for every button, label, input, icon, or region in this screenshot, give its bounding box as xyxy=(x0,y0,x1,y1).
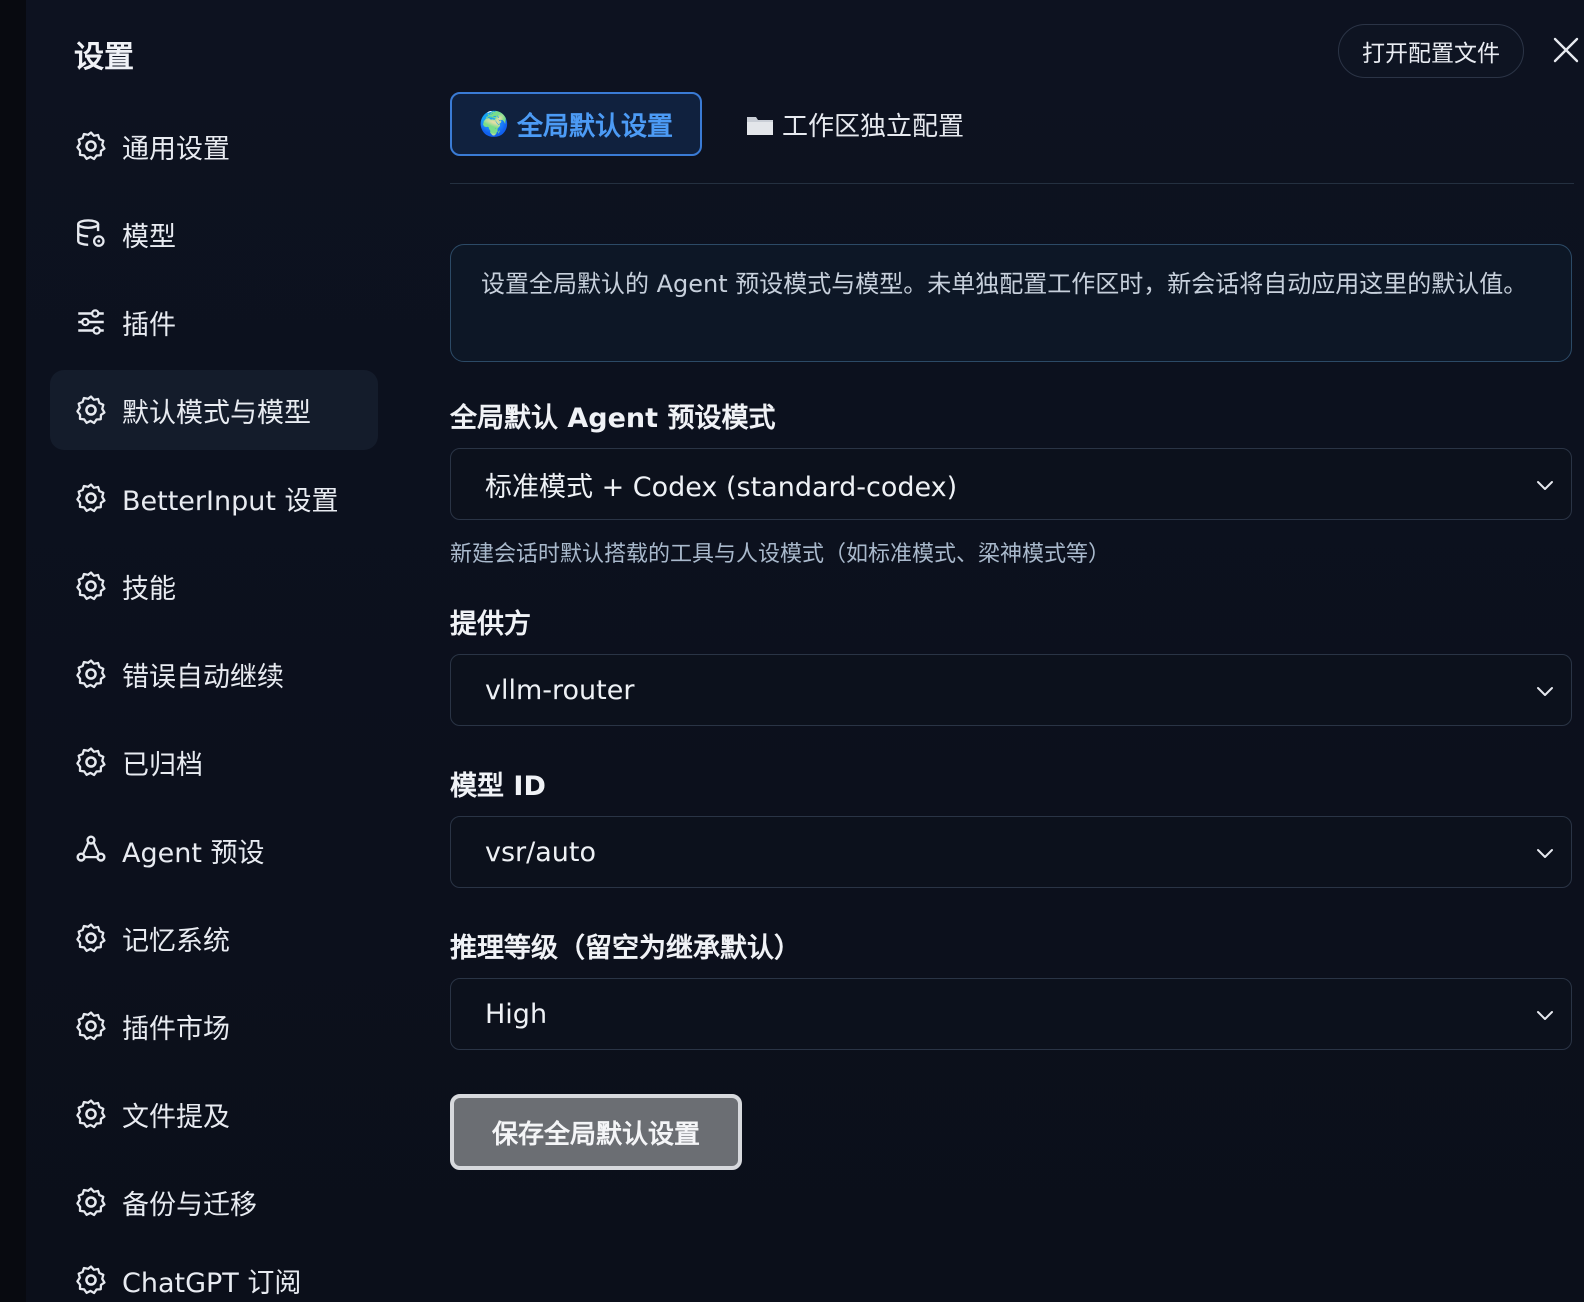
open-config-button[interactable]: 打开配置文件 xyxy=(1338,24,1524,78)
robot-icon xyxy=(74,833,108,867)
sidebar-item-label: ChatGPT 订阅 xyxy=(122,1267,302,1299)
database-gear-icon xyxy=(74,217,108,251)
tab-label: 全局默认设置 xyxy=(516,111,673,142)
gear-icon xyxy=(74,745,108,779)
sidebar-item-label: 文件提及 xyxy=(122,1101,230,1133)
sidebar-item-label: 错误自动继续 xyxy=(122,661,284,693)
info-box: 设置全局默认的 Agent 预设模式与模型。未单独配置工作区时，新会话将自动应用… xyxy=(450,244,1572,362)
reasoning-level-label: 推理等级（留空为继承默认） xyxy=(450,933,801,964)
provider-label: 提供方 xyxy=(450,609,531,640)
close-icon[interactable] xyxy=(1552,36,1580,64)
sidebar-item-backup-migration[interactable]: 备份与迁移 xyxy=(50,1162,378,1242)
select-value: vllm-router xyxy=(485,674,635,706)
model-id-label: 模型 ID xyxy=(450,771,546,802)
sidebar-item-models[interactable]: 模型 xyxy=(50,194,378,274)
tab-global-defaults[interactable]: 🌍 全局默认设置 xyxy=(450,92,702,156)
preset-mode-label: 全局默认 Agent 预设模式 xyxy=(450,403,776,434)
sidebar-item-label: 技能 xyxy=(122,573,176,605)
sidebar-item-label: Agent 预设 xyxy=(122,837,265,869)
preset-mode-hint: 新建会话时默认搭载的工具与人设模式（如标准模式、梁神模式等） xyxy=(450,542,1111,567)
gear-icon xyxy=(74,481,108,515)
gear-icon xyxy=(74,129,108,163)
gear-icon xyxy=(74,1097,108,1131)
model-id-select[interactable]: vsr/auto xyxy=(450,816,1572,888)
sidebar-item-error-auto-continue[interactable]: 错误自动继续 xyxy=(50,634,378,714)
sidebar-item-label: 记忆系统 xyxy=(122,925,230,957)
gear-icon xyxy=(74,393,108,427)
reasoning-level-select[interactable]: High xyxy=(450,978,1572,1050)
chevron-down-icon xyxy=(1533,1003,1557,1027)
sidebar-item-skills[interactable]: 技能 xyxy=(50,546,378,626)
folder-icon xyxy=(746,113,774,135)
sidebar-item-label: 模型 xyxy=(122,221,176,253)
tab-label: 工作区独立配置 xyxy=(782,111,965,142)
settings-window: 设置 打开配置文件 通用设置 模型 插件 默认模式与模型 BetterInput… xyxy=(0,0,1584,1302)
sidebar-item-default-mode-model[interactable]: 默认模式与模型 xyxy=(50,370,378,450)
gear-icon xyxy=(74,921,108,955)
sidebar-item-label: 备份与迁移 xyxy=(122,1189,257,1221)
info-text: 设置全局默认的 Agent 预设模式与模型。未单独配置工作区时，新会话将自动应用… xyxy=(481,270,1528,298)
left-edge xyxy=(0,0,26,1302)
sidebar-item-general[interactable]: 通用设置 xyxy=(50,106,378,186)
globe-icon: 🌍 xyxy=(479,110,509,138)
sidebar-item-agent-presets[interactable]: Agent 预设 xyxy=(50,810,378,890)
sidebar-item-plugin-market[interactable]: 插件市场 xyxy=(50,986,378,1066)
select-value: vsr/auto xyxy=(485,836,597,868)
preset-mode-select[interactable]: 标准模式 + Codex (standard-codex) xyxy=(450,448,1572,520)
gear-icon xyxy=(74,1185,108,1219)
sidebar-item-memory[interactable]: 记忆系统 xyxy=(50,898,378,978)
gear-icon xyxy=(74,1263,108,1297)
sidebar-item-label: 插件 xyxy=(122,309,176,341)
save-global-defaults-button[interactable]: 保存全局默认设置 xyxy=(450,1094,742,1170)
gear-icon xyxy=(74,657,108,691)
gear-icon xyxy=(74,569,108,603)
sidebar-item-plugins[interactable]: 插件 xyxy=(50,282,378,362)
sidebar-item-chatgpt-subscription[interactable]: ChatGPT 订阅 xyxy=(50,1250,378,1302)
tab-workspace-config[interactable]: 工作区独立配置 xyxy=(746,92,964,156)
sidebar-item-label: BetterInput 设置 xyxy=(122,485,339,517)
sidebar-item-archived[interactable]: 已归档 xyxy=(50,722,378,802)
settings-tabs: 🌍 全局默认设置 工作区独立配置 xyxy=(450,92,1574,184)
sidebar: 通用设置 模型 插件 默认模式与模型 BetterInput 设置 技能 错误自… xyxy=(50,106,378,1302)
sidebar-item-label: 默认模式与模型 xyxy=(122,397,311,429)
sliders-icon xyxy=(74,305,108,339)
chevron-down-icon xyxy=(1533,679,1557,703)
sidebar-item-betterinput[interactable]: BetterInput 设置 xyxy=(50,458,378,538)
gear-icon xyxy=(74,1009,108,1043)
provider-select[interactable]: vllm-router xyxy=(450,654,1572,726)
chevron-down-icon xyxy=(1533,473,1557,497)
select-value: High xyxy=(485,998,548,1030)
sidebar-item-file-mentions[interactable]: 文件提及 xyxy=(50,1074,378,1154)
sidebar-item-label: 插件市场 xyxy=(122,1013,230,1045)
sidebar-item-label: 已归档 xyxy=(122,749,203,781)
sidebar-item-label: 通用设置 xyxy=(122,133,230,165)
page-title: 设置 xyxy=(74,40,134,75)
chevron-down-icon xyxy=(1533,841,1557,865)
select-value: 标准模式 + Codex (standard-codex) xyxy=(485,471,958,503)
